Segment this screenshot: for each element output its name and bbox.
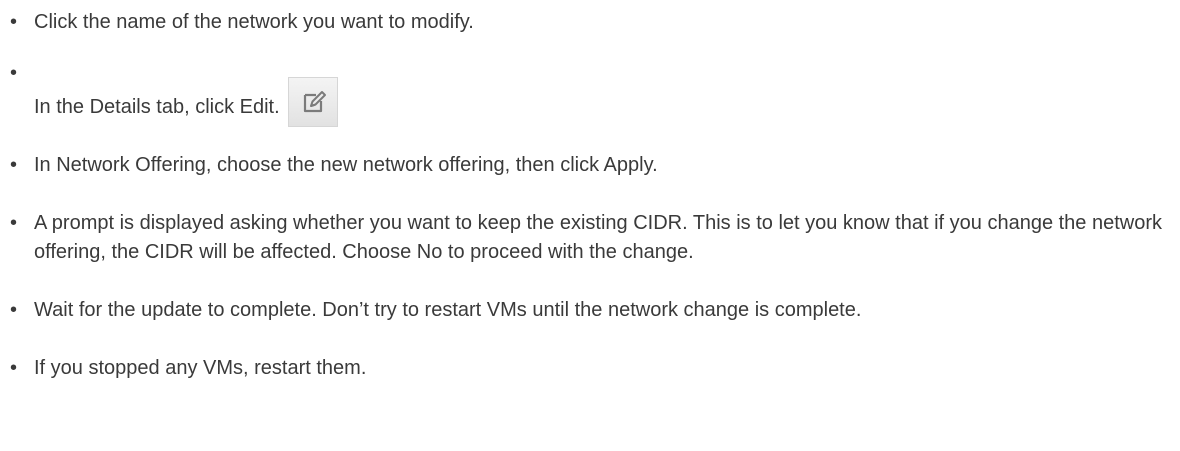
instruction-list: • Click the name of the network you want… [0,8,1180,383]
step-text: A prompt is displayed asking whether you… [34,212,1163,263]
bullet: • [10,299,18,321]
list-item: • A prompt is displayed asking whether y… [0,209,1168,267]
step-text: In the Details tab, click Edit. [34,95,280,118]
step-text: Wait for the update to complete. Don’t t… [34,299,862,321]
step-text: In Network Offering, choose the new netw… [34,154,658,176]
list-item: • If you stopped any VMs, restart them. [0,354,1168,383]
bullet: • [10,62,18,84]
step-text: Click the name of the network you want t… [34,11,474,33]
bullet: • [10,11,18,33]
list-item: • In the Details tab, click Edit. [0,59,1168,127]
edit-icon [287,77,338,127]
bullet: • [10,357,18,379]
bullet: • [10,212,18,234]
step-text: If you stopped any VMs, restart them. [34,357,367,379]
list-item: • In Network Offering, choose the new ne… [0,151,1168,180]
bullet: • [10,154,18,176]
list-item: • Click the name of the network you want… [0,8,1168,37]
list-item: • Wait for the update to complete. Don’t… [0,296,1168,325]
